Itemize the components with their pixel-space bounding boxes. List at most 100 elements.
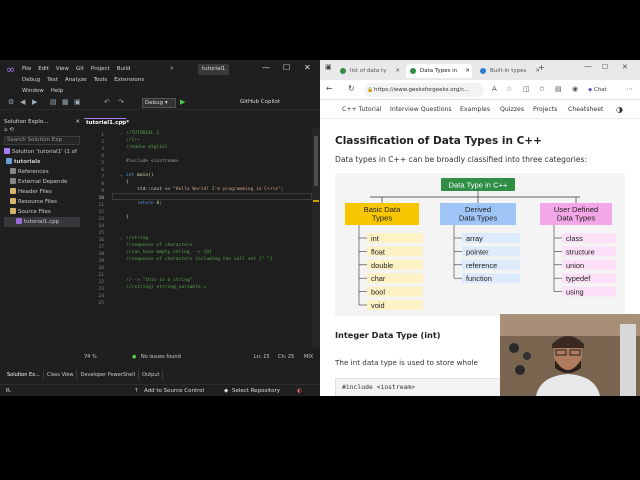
site-nav-item[interactable]: Interview Questions	[390, 101, 452, 119]
browser-tab[interactable]: Built-in types ✕	[476, 64, 542, 78]
menu-item-tools[interactable]: Tools	[94, 75, 108, 86]
menu-item-analyze[interactable]: Analyze	[65, 75, 87, 86]
browser-tab[interactable]: Data Types in ✕	[406, 64, 472, 78]
menu-item-edit[interactable]: Edit	[38, 64, 49, 75]
settings-icon[interactable]: ⚙	[8, 98, 14, 106]
menu-item-test[interactable]: Test	[47, 75, 58, 86]
code-line[interactable]: return 0;	[126, 200, 162, 207]
code-line[interactable]: //eddie digital	[126, 144, 168, 151]
theme-toggle-icon[interactable]: ◑	[616, 101, 623, 119]
code-line[interactable]: //TUTORIAL 1	[126, 130, 159, 137]
refresh-icon[interactable]: ↻	[348, 84, 355, 93]
site-nav-item[interactable]: Quizzes	[500, 101, 524, 119]
home-icon[interactable]: ⌂	[4, 127, 8, 133]
bottom-tab[interactable]: Solution Ex...	[4, 370, 44, 380]
bottom-tab[interactable]: Developer PowerShell	[77, 370, 140, 380]
code-line[interactable]: std::cout << "Hello World! I'm programmi…	[126, 186, 284, 193]
more-icon[interactable]: ⋯	[626, 85, 633, 93]
code-line[interactable]: //can have empty string --> {0}	[126, 249, 212, 256]
redo-icon[interactable]: ↷	[118, 98, 124, 106]
menu-item-project[interactable]: Project	[91, 64, 110, 75]
back-icon[interactable]: ◀	[20, 98, 25, 106]
browser-tab-label: list of data ty	[350, 68, 387, 74]
fold-chevron-icon[interactable]: ⌄	[120, 172, 123, 179]
maximize-icon[interactable]: ☐	[283, 63, 290, 72]
code-line[interactable]: }	[126, 214, 129, 221]
issues-status[interactable]: No issues found	[141, 352, 181, 362]
code-line[interactable]: {	[126, 179, 129, 186]
browser-tab[interactable]: list of data ty ✕	[336, 64, 402, 78]
solution-tree-item[interactable]: Header Files	[4, 187, 80, 197]
minimize-icon[interactable]: —	[262, 63, 270, 72]
code-line[interactable]: //C++	[126, 137, 140, 144]
split-screen-icon[interactable]: ◫	[523, 85, 530, 93]
editor-status: 74 % ● No issues found Ln: 15 Ch: 25 MIX	[84, 352, 320, 362]
solution-tree-item[interactable]: Resource Files	[4, 197, 80, 207]
editor-scrollbar[interactable]	[312, 128, 320, 348]
solution-search-input[interactable]: Search Solution Exp	[4, 136, 80, 145]
favorites-icon[interactable]: ✩	[539, 85, 545, 93]
solution-tree-item[interactable]: tutorials	[4, 157, 80, 167]
editor-tab-tutorial1[interactable]: tutorial1.cpp* ✕	[84, 118, 129, 128]
minimize-icon[interactable]: —	[584, 62, 592, 71]
read-aloud-icon[interactable]: A	[492, 85, 497, 93]
scroll-thumb[interactable]	[314, 136, 318, 186]
code-line[interactable]: //sequence of characters	[126, 242, 192, 249]
copilot-chat-button[interactable]: ◆ Chat	[588, 84, 607, 96]
maximize-icon[interactable]: ☐	[602, 63, 608, 71]
add-source-control-button[interactable]: Add to Source Control	[144, 385, 204, 396]
close-tab-icon[interactable]: ✕	[395, 64, 400, 78]
forward-icon[interactable]: ▶	[32, 98, 37, 106]
close-icon[interactable]: ✕	[304, 63, 311, 72]
url-field[interactable]: 🔒 https://www.geeksforgeeks.org/c...	[364, 83, 484, 97]
code-line[interactable]: //string	[126, 235, 148, 242]
save-icon[interactable]: ▣	[74, 98, 81, 106]
github-copilot-button[interactable]: GitHub Copilot	[240, 99, 280, 105]
bottom-tab[interactable]: Output	[139, 370, 164, 380]
configuration-dropdown[interactable]: Debug ▾	[142, 98, 176, 108]
back-icon[interactable]: ←	[326, 84, 333, 93]
solution-tree-item[interactable]: Solution 'tutorial1' (1 of	[4, 147, 80, 157]
fold-chevron-icon[interactable]: ⌄	[120, 130, 123, 137]
menu-item-view[interactable]: View	[56, 64, 69, 75]
menu-item-debug[interactable]: Debug	[22, 75, 40, 86]
search-icon[interactable]: ⌕	[170, 64, 174, 73]
bottom-tab[interactable]: Class View	[44, 370, 78, 380]
solution-tree-item[interactable]: tutorial1.cpp	[4, 217, 80, 227]
profile-avatar[interactable]: ◉	[572, 85, 578, 93]
favorite-star-icon[interactable]: ☆	[506, 85, 512, 93]
notification-icon[interactable]: ◐	[297, 385, 302, 396]
close-icon[interactable]: ✕	[75, 118, 80, 127]
solution-tree-item[interactable]: References	[4, 167, 80, 177]
menu-item-file[interactable]: File	[22, 64, 31, 75]
select-repository-button[interactable]: Select Repository	[232, 385, 280, 396]
site-nav-item[interactable]: Projects	[533, 101, 557, 119]
code-line[interactable]: //sequence of characters including the n…	[126, 256, 273, 263]
solution-tree-item[interactable]: External Depende	[4, 177, 80, 187]
solution-tree-item[interactable]: Source Files	[4, 207, 80, 217]
close-tab-icon[interactable]: ✕	[120, 119, 125, 128]
site-nav-item[interactable]: C++ Tutorial	[342, 101, 381, 119]
close-tab-icon[interactable]: ✕	[465, 64, 470, 78]
fold-chevron-icon[interactable]: ⌄	[120, 235, 123, 242]
code-line[interactable]: int main()	[126, 172, 154, 179]
site-nav-item[interactable]: Cheatsheet	[568, 101, 603, 119]
code-line[interactable]: //--> "this is a string"	[126, 277, 192, 284]
undo-icon[interactable]: ↶	[104, 98, 110, 106]
open-icon[interactable]: ▦	[62, 98, 69, 106]
code-line[interactable]: #include <iostream>	[126, 158, 179, 165]
line-ending[interactable]: MIX	[304, 352, 313, 362]
zoom-level[interactable]: 74 %	[84, 352, 97, 362]
menu-item-extensions[interactable]: Extensions	[114, 75, 144, 86]
close-icon[interactable]: ✕	[622, 63, 628, 71]
site-nav-item[interactable]: Examples	[460, 101, 490, 119]
new-file-icon[interactable]: ▤	[50, 98, 57, 106]
sync-icon[interactable]: ⟲	[9, 127, 14, 133]
close-tab-icon[interactable]: ✕	[535, 64, 540, 78]
menu-item-git[interactable]: Git	[76, 64, 84, 75]
collections-icon[interactable]: ▤	[555, 85, 562, 93]
code-line[interactable]: //(string) strring_variable =	[126, 284, 206, 291]
tab-actions-icon[interactable]: ▣	[325, 63, 332, 71]
menu-item-build[interactable]: Build	[117, 64, 131, 75]
start-debug-icon[interactable]: ▶	[180, 98, 185, 106]
